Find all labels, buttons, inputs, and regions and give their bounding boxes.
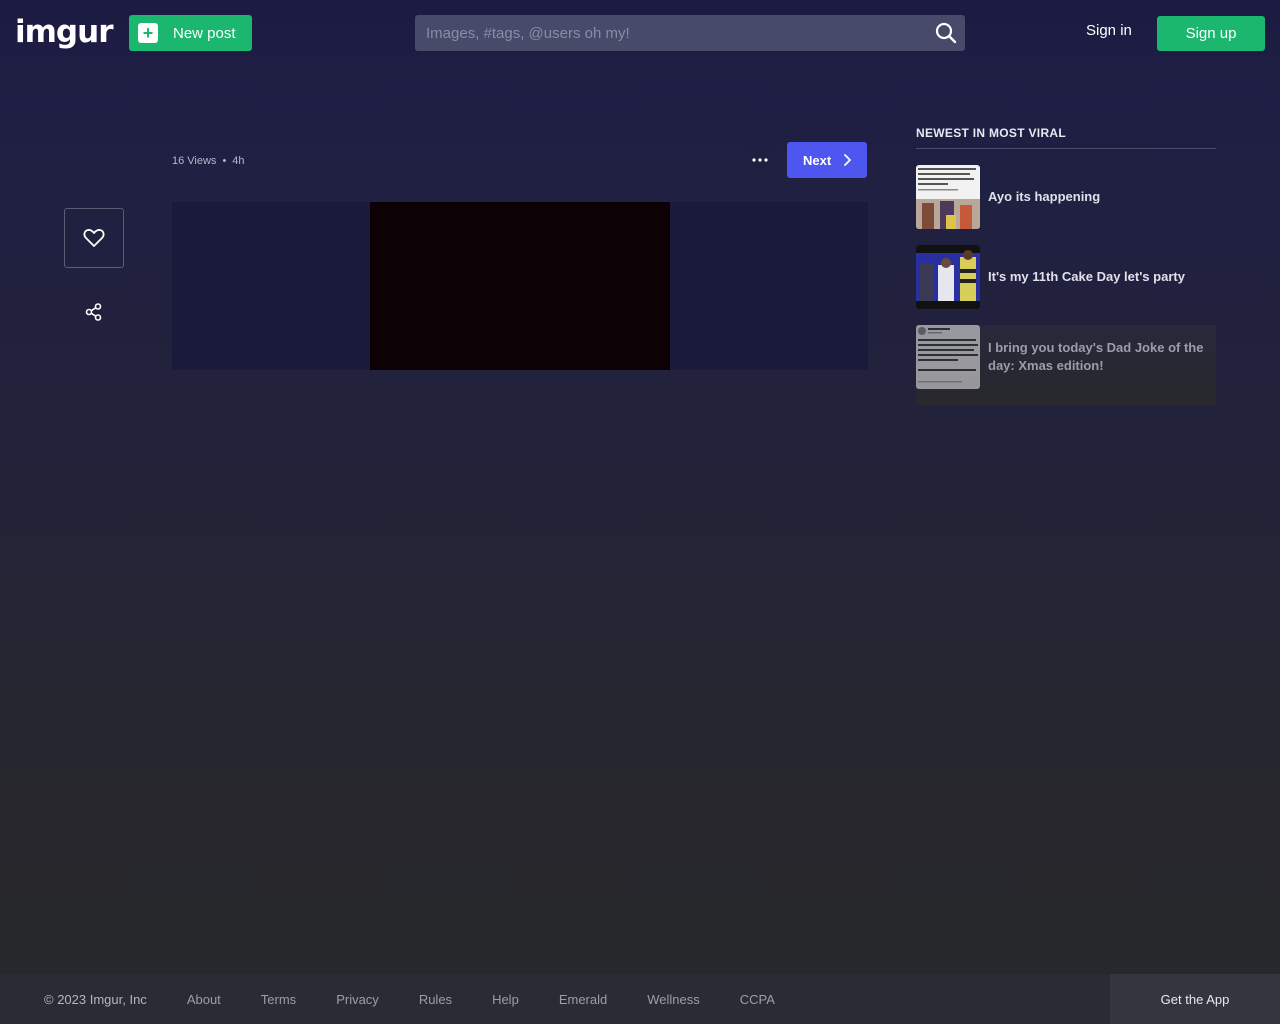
footer-link-privacy[interactable]: Privacy: [336, 992, 379, 1007]
footer-link-help[interactable]: Help: [492, 992, 519, 1007]
get-the-app-button[interactable]: Get the App: [1110, 974, 1280, 1024]
footer-link-ccpa[interactable]: CCPA: [740, 992, 775, 1007]
view-count: 16 Views: [172, 155, 217, 167]
footer-link-terms[interactable]: Terms: [261, 992, 296, 1007]
new-post-button[interactable]: + New post: [129, 15, 252, 51]
sidebar-item-title: Ayo its happening: [988, 189, 1101, 204]
next-label: Next: [803, 152, 832, 168]
sidebar-item-2[interactable]: It's my 11th Cake Day let's party: [916, 245, 1216, 309]
search-input[interactable]: [415, 15, 925, 51]
footer-link-emerald[interactable]: Emerald: [559, 992, 607, 1007]
footer-links: © 2023 Imgur, Inc About Terms Privacy Ru…: [44, 974, 815, 1024]
footer-link-rules[interactable]: Rules: [419, 992, 452, 1007]
sidebar-title: NEWEST IN MOST VIRAL: [916, 126, 1066, 140]
plus-icon: +: [138, 23, 158, 43]
top-header: imgur + New post Sign in Sign up: [0, 0, 1280, 66]
search-bar: [415, 15, 965, 51]
new-post-label: New post: [173, 24, 236, 42]
imgur-logo[interactable]: imgur: [15, 14, 113, 50]
footer-link-about[interactable]: About: [187, 992, 221, 1007]
logo-text: imgur: [15, 14, 113, 50]
ellipsis-icon: [752, 158, 768, 162]
footer-link-wellness[interactable]: Wellness: [647, 992, 700, 1007]
sidebar-item-title: I bring you today's Dad Joke of the day:…: [988, 340, 1204, 373]
post-video[interactable]: [370, 202, 670, 370]
sidebar-thumbnail: [916, 245, 980, 309]
share-icon[interactable]: [84, 302, 104, 322]
next-post-button[interactable]: Next: [787, 142, 867, 178]
sidebar-item-3[interactable]: I bring you today's Dad Joke of the day:…: [916, 325, 1216, 405]
favorite-button[interactable]: [64, 208, 124, 268]
search-icon[interactable]: [935, 22, 957, 44]
meta-separator: •: [222, 155, 227, 167]
footer-copyright: © 2023 Imgur, Inc: [44, 991, 147, 1007]
sign-up-button[interactable]: Sign up: [1157, 16, 1265, 51]
sidebar-item-title: It's my 11th Cake Day let's party: [988, 269, 1185, 284]
sidebar-divider: [916, 148, 1216, 149]
sidebar-item-1[interactable]: Ayo its happening: [916, 165, 1216, 229]
sidebar-thumbnail: [916, 325, 980, 389]
sidebar-thumbnail: [916, 165, 980, 229]
more-options-button[interactable]: [748, 148, 772, 172]
sign-in-link[interactable]: Sign in: [1086, 22, 1132, 39]
chevron-right-icon: [844, 154, 851, 166]
heart-icon: [83, 229, 105, 247]
post-meta: 16 Views • 4h: [172, 155, 245, 167]
footer: © 2023 Imgur, Inc About Terms Privacy Ru…: [0, 974, 1280, 1024]
post-age: 4h: [232, 155, 245, 167]
